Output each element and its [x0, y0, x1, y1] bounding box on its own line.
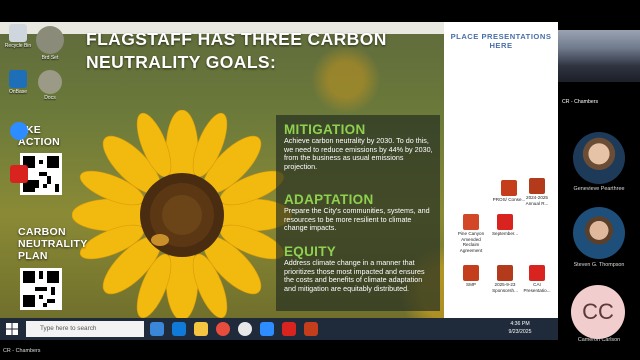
task-view-icon[interactable]: [150, 322, 164, 336]
desktop-icon-seal[interactable]: Brd Set: [35, 26, 65, 61]
meeting-window: FLAGSTAFF HAS THREE CARBON NEUTRALITY GO…: [0, 0, 640, 360]
ppt-icon: [463, 214, 479, 230]
goal-equity: EQUITY Address climate change in a manne…: [284, 244, 434, 293]
file-explorer-icon[interactable]: [194, 322, 208, 336]
goal-text: Prepare the City's communities, systems,…: [284, 206, 430, 233]
place-presentations-text: PLACE PRESENTATIONS HERE: [450, 32, 552, 50]
participant-photo[interactable]: [573, 207, 625, 259]
chambers-video[interactable]: [558, 30, 640, 82]
carbon-plan-qr: [20, 268, 62, 310]
acrobat-taskbar-icon[interactable]: [282, 322, 296, 336]
goal-mitigation: MITIGATION Achieve carbon neutrality by …: [284, 122, 434, 171]
powerpoint-taskbar-icon[interactable]: [304, 322, 318, 336]
desktop-icon-acrobat[interactable]: [4, 165, 34, 184]
active-speaker-label: CR - Chambers: [3, 348, 41, 354]
participant-name: Steven G. Thompson: [573, 262, 625, 268]
desktop-icon-docs[interactable]: Docs: [35, 70, 65, 101]
pdf-icon: [10, 165, 28, 183]
participant-photo[interactable]: [573, 132, 625, 184]
chambers-label: CR - Chambers: [560, 98, 601, 106]
file-pine-canyon[interactable]: Pine Canyon Amended Reclaim Agreement: [454, 214, 488, 253]
desktop-icon-onbase[interactable]: OnBase: [3, 70, 33, 95]
desktop-icon-zoom[interactable]: [4, 122, 34, 141]
goal-text: Address climate change in a manner that …: [284, 258, 425, 293]
ppt-icon: [501, 180, 517, 196]
carbon-plan-label: CARBON NEUTRALITY PLAN: [18, 226, 88, 262]
media-player-icon[interactable]: [238, 322, 252, 336]
participant-name: Cameron Carlson: [577, 337, 621, 343]
ppt-icon: [463, 265, 479, 281]
goal-heading: ADAPTATION: [284, 192, 374, 207]
taskbar-search-input[interactable]: Type here to search: [26, 321, 144, 337]
zoom-taskbar-icon[interactable]: [260, 322, 274, 336]
recycle-bin-icon: [9, 24, 27, 42]
sunflower-image: [72, 110, 292, 320]
file-sponsorship[interactable]: 2025-9-23 Sponsorsh...: [488, 265, 522, 293]
slide-title: FLAGSTAFF HAS THREE CARBON NEUTRALITY GO…: [86, 29, 387, 72]
onbase-icon: [9, 70, 27, 88]
ppt-icon: [529, 178, 545, 194]
windows-start-icon[interactable]: [6, 323, 18, 335]
ppt-icon: [497, 265, 513, 281]
taskbar-clock[interactable]: 4:36 PM 9/23/2025: [500, 321, 540, 336]
taskbar: Type here to search 4:36 PM 9/23/2025: [0, 318, 558, 340]
goal-heading: MITIGATION: [284, 122, 366, 137]
file-september[interactable]: September...: [488, 214, 522, 237]
file-cai-presentation[interactable]: CAI Presentatio...: [520, 265, 554, 293]
pdf-icon: [497, 214, 513, 230]
goal-text: Achieve carbon neutrality by 2030. To do…: [284, 136, 433, 171]
pdf-icon: [529, 265, 545, 281]
participant-name: Genevieve Pearthree: [573, 186, 625, 192]
file-smp[interactable]: SMP: [454, 265, 488, 288]
edge-icon[interactable]: [172, 322, 186, 336]
file-annual-report[interactable]: 2024-2025 Annual R...: [520, 178, 554, 206]
zoom-icon: [10, 122, 28, 140]
seal-icon: [36, 26, 64, 54]
desktop-icon-recycle-bin[interactable]: Recycle Bin: [3, 24, 33, 49]
seal-icon: [38, 70, 62, 94]
goal-adaptation: ADAPTATION Prepare the City's communitie…: [284, 192, 434, 233]
goal-heading: EQUITY: [284, 244, 337, 259]
chrome-icon[interactable]: [216, 322, 230, 336]
participant-avatar-initials[interactable]: CC: [571, 285, 625, 339]
